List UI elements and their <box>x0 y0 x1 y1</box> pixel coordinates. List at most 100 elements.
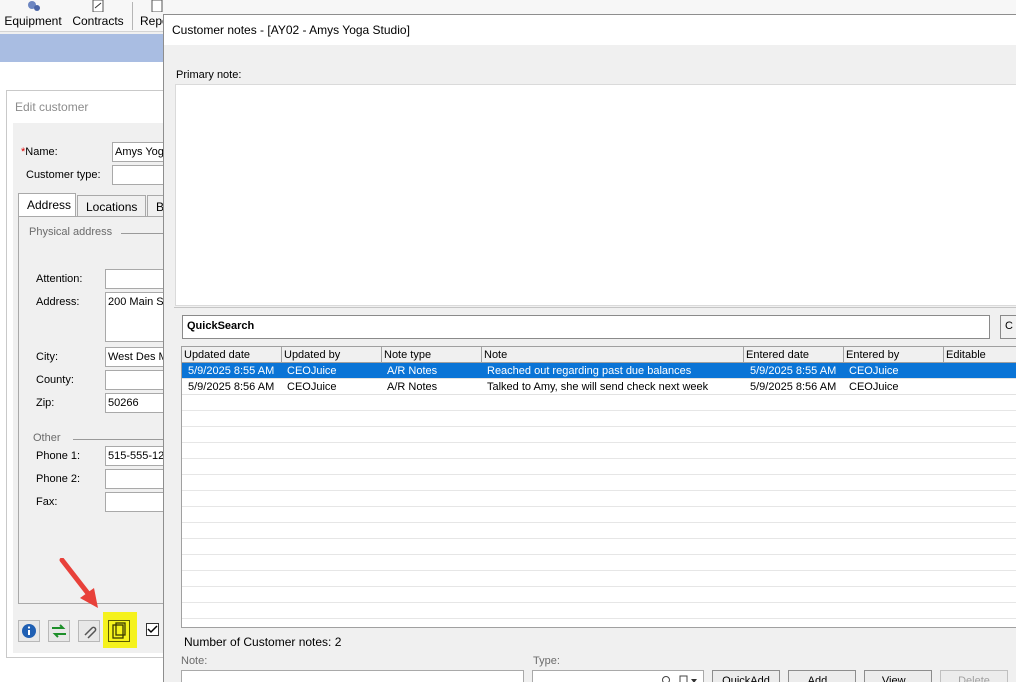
col-entered-by[interactable]: Entered by <box>844 347 944 363</box>
name-label-text: Name: <box>25 146 58 158</box>
cell-updated-by: CEOJuice <box>287 381 337 393</box>
col-editable[interactable]: Editable <box>944 347 1016 363</box>
empty-grid-row <box>182 587 1016 603</box>
cell-note-type: A/R Notes <box>387 365 438 377</box>
county-field[interactable] <box>105 370 171 390</box>
fax-field[interactable] <box>105 492 171 512</box>
other-group: Other <box>33 432 61 444</box>
contracts-label: Contracts <box>72 14 124 28</box>
view-button[interactable]: View... <box>864 670 932 682</box>
chevron-down-icon <box>679 675 697 682</box>
zip-field[interactable]: 50266 <box>105 393 171 413</box>
transfer-button[interactable] <box>48 620 70 642</box>
customer-type-label: Customer type: <box>26 169 101 181</box>
col-updated-by[interactable]: Updated by <box>282 347 382 363</box>
phone1-field[interactable]: 515-555-12 <box>105 446 171 466</box>
paperclip-icon <box>84 626 97 639</box>
attention-field[interactable] <box>105 269 171 289</box>
empty-grid-row <box>182 443 1016 459</box>
group-divider <box>73 439 171 440</box>
table-row[interactable]: 5/9/2025 8:55 AM CEOJuice A/R Notes Reac… <box>182 363 1016 379</box>
cell-updated-date: 5/9/2025 8:56 AM <box>188 381 275 393</box>
col-note-type[interactable]: Note type <box>382 347 482 363</box>
cell-updated-by: CEOJuice <box>287 365 337 377</box>
note-input[interactable] <box>181 670 524 682</box>
equipment-label: Equipment <box>4 14 62 28</box>
city-field[interactable]: West Des M <box>105 347 171 367</box>
report-icon <box>151 0 163 12</box>
quicksearch-clear-button[interactable]: C <box>1000 315 1016 339</box>
empty-grid-row <box>182 411 1016 427</box>
col-updated-date[interactable]: Updated date <box>182 347 282 363</box>
col-note[interactable]: Note <box>482 347 744 363</box>
empty-grid-row <box>182 475 1016 491</box>
customer-notes-dialog: Customer notes - [AY02 - Amys Yoga Studi… <box>163 14 1016 682</box>
empty-grid-row <box>182 555 1016 571</box>
empty-grid-row <box>182 571 1016 587</box>
phone1-label: Phone 1: <box>36 450 81 462</box>
primary-note-label: Primary note: <box>176 69 242 81</box>
notes-grid: Updated date Updated by Note type Note E… <box>181 346 1016 628</box>
add-button[interactable]: Add... <box>788 670 856 682</box>
empty-grid-row <box>182 459 1016 475</box>
info-icon <box>22 624 36 638</box>
empty-grid-row <box>182 395 1016 411</box>
primary-note-textarea[interactable] <box>175 84 1016 306</box>
cell-entered-by: CEOJuice <box>849 365 899 377</box>
county-label: County: <box>36 374 74 386</box>
name-label: *Name: <box>21 146 58 158</box>
quickadd-button[interactable]: QuickAdd <box>712 670 780 682</box>
tab-address[interactable]: Address <box>18 193 76 217</box>
type-label: Type: <box>533 655 560 667</box>
phone2-field[interactable] <box>105 469 171 489</box>
zip-label: Zip: <box>36 397 55 409</box>
empty-grid-row <box>182 539 1016 555</box>
empty-grid-row <box>182 507 1016 523</box>
checkmark-icon <box>147 625 158 634</box>
customer-notes-button[interactable] <box>108 620 130 642</box>
table-row[interactable]: 5/9/2025 8:56 AM CEOJuice A/R Notes Talk… <box>182 379 1016 395</box>
address-field[interactable]: 200 Main St <box>105 292 171 342</box>
notes-titlebar: Customer notes - [AY02 - Amys Yoga Studi… <box>164 15 1016 45</box>
address-label: Address: <box>36 296 80 308</box>
cell-note-type: A/R Notes <box>387 381 438 393</box>
contract-icon <box>92 0 104 12</box>
empty-grid-row <box>182 427 1016 443</box>
city-label: City: <box>36 351 58 363</box>
toolbar-separator <box>132 2 133 30</box>
cell-updated-date: 5/9/2025 8:55 AM <box>188 365 275 377</box>
cell-note: Talked to Amy, she will send check next … <box>487 381 709 393</box>
empty-grid-row <box>182 523 1016 539</box>
info-button[interactable] <box>18 620 40 642</box>
cell-entered-date: 5/9/2025 8:56 AM <box>750 381 837 393</box>
phone2-label: Phone 2: <box>36 473 81 485</box>
cell-entered-date: 5/9/2025 8:55 AM <box>750 365 837 377</box>
fax-label: Fax: <box>36 496 58 508</box>
search-icon <box>662 676 670 682</box>
physical-address-group: Physical address <box>29 226 113 238</box>
notes-icon <box>112 622 126 639</box>
address-tab-panel: Physical address Attention: Address: 200… <box>18 216 171 604</box>
equipment-button[interactable]: Equipment <box>2 0 64 32</box>
empty-grid-row <box>182 603 1016 619</box>
quicksearch-input[interactable]: QuickSearch <box>182 315 990 339</box>
note-label: Note: <box>181 655 208 667</box>
grid-header: Updated date Updated by Note type Note E… <box>182 347 1016 363</box>
tab-locations[interactable]: Locations <box>77 195 146 217</box>
contracts-button[interactable]: Contracts <box>70 0 126 32</box>
attach-button[interactable] <box>78 620 100 642</box>
col-entered-date[interactable]: Entered date <box>744 347 844 363</box>
attention-label: Attention: <box>36 273 83 285</box>
empty-grid-row <box>182 491 1016 507</box>
cell-entered-by: CEOJuice <box>849 381 899 393</box>
checkbox[interactable] <box>146 623 159 636</box>
delete-button[interactable]: Delete <box>940 670 1008 682</box>
type-select[interactable] <box>532 670 704 682</box>
red-arrow-icon <box>59 558 98 608</box>
cell-note: Reached out regarding past due balances <box>487 365 692 377</box>
gears-icon <box>28 1 40 11</box>
edit-customer-title: Edit customer <box>15 100 89 114</box>
notes-count-label: Number of Customer notes: 2 <box>184 635 342 649</box>
splitter[interactable] <box>174 307 1016 308</box>
ribbon-band <box>0 34 170 62</box>
